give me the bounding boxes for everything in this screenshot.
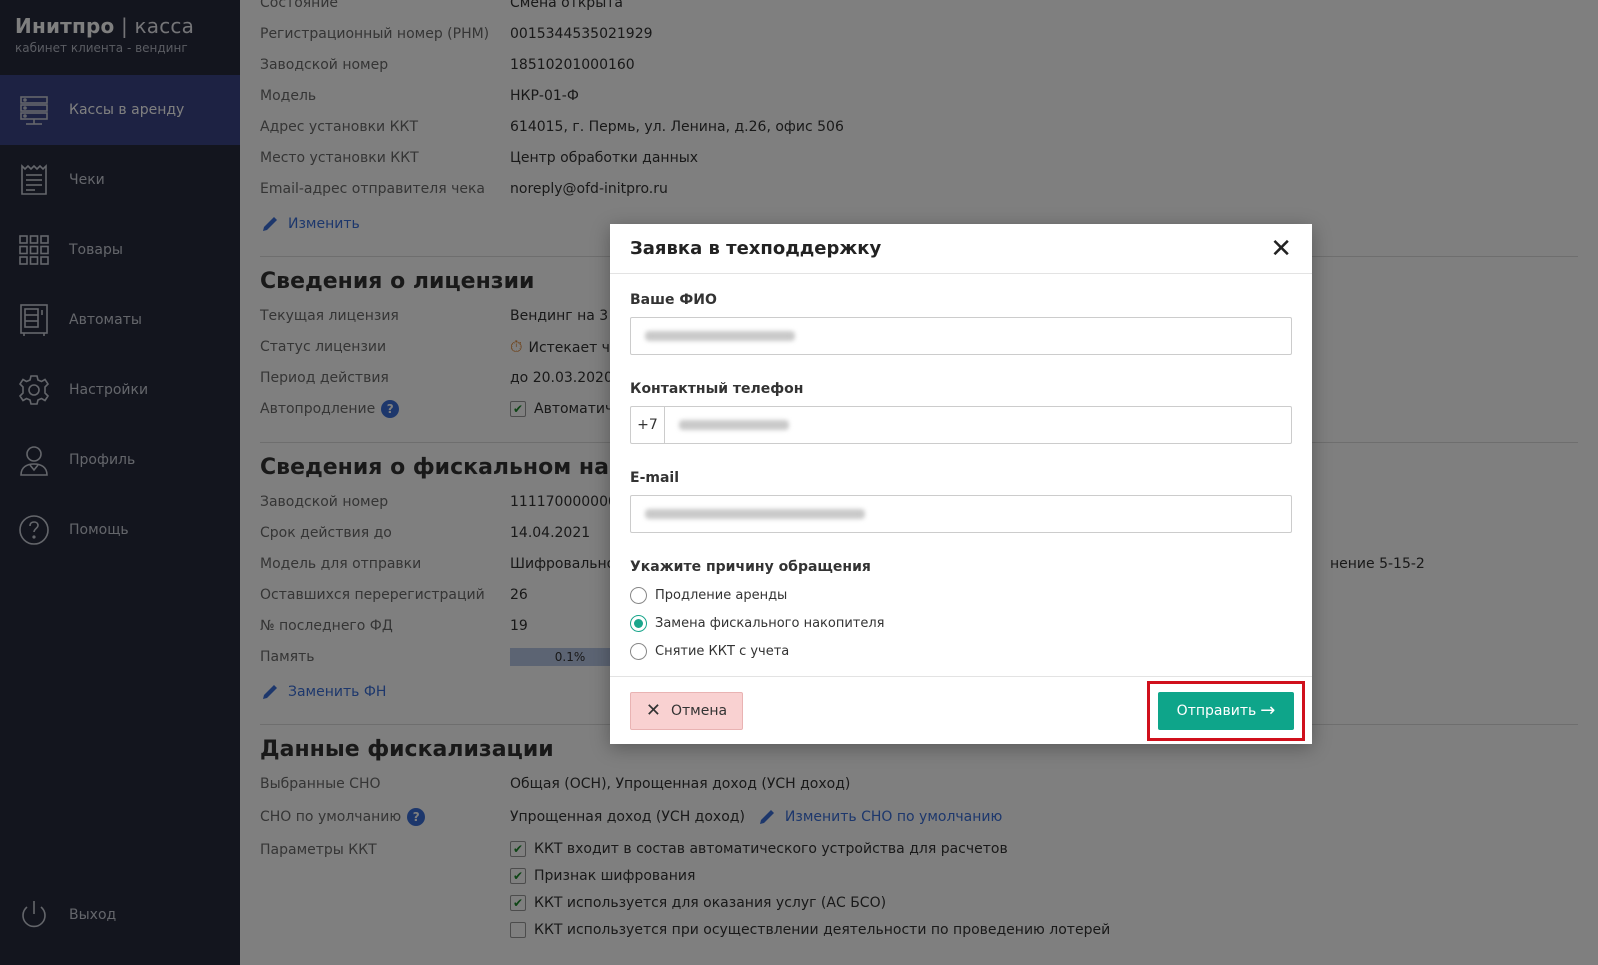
close-icon: ✕ <box>645 700 661 721</box>
blurred-value <box>679 420 789 430</box>
reason-option-renewal[interactable]: Продление аренды <box>630 581 1292 609</box>
modal-title: Заявка в техподдержку <box>630 238 882 259</box>
fio-label: Ваше ФИО <box>630 292 717 308</box>
close-icon[interactable]: ✕ <box>1270 236 1292 262</box>
email-input[interactable] <box>630 495 1292 533</box>
radio-selected[interactable] <box>630 614 647 632</box>
radio[interactable] <box>630 642 647 660</box>
highlight-box: Отправить → <box>1147 680 1305 741</box>
submit-button[interactable]: Отправить → <box>1158 691 1294 730</box>
modal-header: Заявка в техподдержку ✕ <box>610 224 1312 274</box>
reason-option-fn-replace[interactable]: Замена фискального накопителя <box>630 609 1292 637</box>
phone-label: Контактный телефон <box>630 381 804 397</box>
blurred-value <box>645 331 795 341</box>
phone-prefix: +7 <box>631 407 665 443</box>
fio-input[interactable] <box>630 317 1292 355</box>
radio[interactable] <box>630 586 647 604</box>
modal-footer: ✕ Отмена Отправить → <box>610 676 1312 744</box>
cancel-button[interactable]: ✕ Отмена <box>630 691 743 730</box>
modal-body: Ваше ФИО Контактный телефон +7 E-mail Ук… <box>610 274 1312 665</box>
support-request-modal: Заявка в техподдержку ✕ Ваше ФИО Контакт… <box>610 224 1312 744</box>
arrow-right-icon: → <box>1260 700 1276 721</box>
blurred-value <box>645 509 865 519</box>
phone-input[interactable]: +7 <box>630 406 1292 444</box>
email-label: E-mail <box>630 470 680 486</box>
reason-option-deregister[interactable]: Снятие ККТ с учета <box>630 637 1292 665</box>
reason-label: Укажите причину обращения <box>630 559 871 575</box>
